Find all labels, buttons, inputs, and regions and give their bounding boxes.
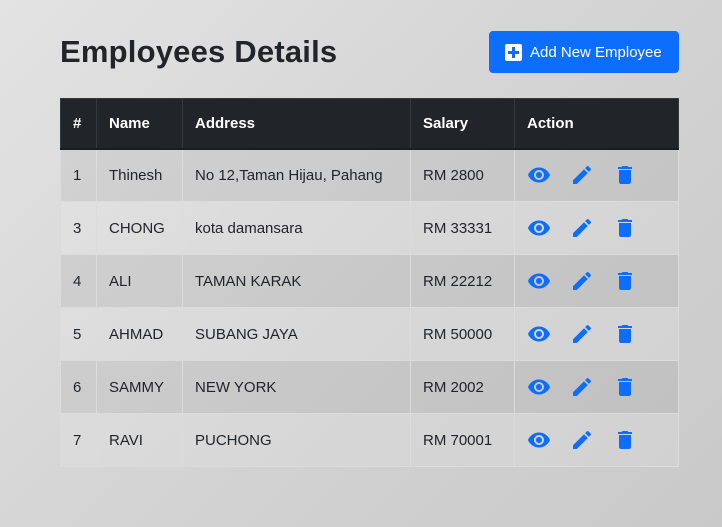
cell-address: PUCHONG: [182, 413, 411, 467]
table-row: 7 RAVI PUCHONG RM 70001: [60, 413, 679, 467]
add-employee-button-label: Add New Employee: [530, 43, 662, 61]
eye-icon[interactable]: [527, 322, 551, 346]
cell-salary: RM 70001: [410, 413, 515, 467]
cell-name: RAVI: [96, 413, 183, 467]
cell-id: 6: [60, 360, 97, 414]
column-header-id: #: [60, 98, 97, 150]
cell-id: 1: [60, 148, 97, 202]
row-actions: [527, 163, 666, 187]
cell-name: ALI: [96, 254, 183, 308]
column-header-name: Name: [96, 98, 183, 150]
eye-icon[interactable]: [527, 428, 551, 452]
table-row: 6 SAMMY NEW YORK RM 2002: [60, 360, 679, 414]
trash-icon[interactable]: [613, 269, 637, 293]
cell-salary: RM 33331: [410, 201, 515, 255]
page-title: Employees Details: [60, 34, 338, 69]
table-row: 1 Thinesh No 12,Taman Hijau, Pahang RM 2…: [60, 148, 679, 202]
eye-icon[interactable]: [527, 216, 551, 240]
cell-id: 7: [60, 413, 97, 467]
column-header-action: Action: [514, 98, 679, 150]
cell-salary: RM 22212: [410, 254, 515, 308]
add-employee-button[interactable]: Add New Employee: [489, 31, 679, 73]
trash-icon[interactable]: [613, 428, 637, 452]
cell-address: No 12,Taman Hijau, Pahang: [182, 148, 411, 202]
table-row: 4 ALI TAMAN KARAK RM 22212: [60, 254, 679, 308]
cell-name: SAMMY: [96, 360, 183, 414]
row-actions: [527, 428, 666, 452]
pencil-icon[interactable]: [570, 375, 594, 399]
page-header: Employees Details Add New Employee: [60, 30, 679, 74]
cell-salary: RM 2002: [410, 360, 515, 414]
cell-id: 5: [60, 307, 97, 361]
cell-id: 3: [60, 201, 97, 255]
cell-salary: RM 2800: [410, 148, 515, 202]
trash-icon[interactable]: [613, 375, 637, 399]
cell-address: SUBANG JAYA: [182, 307, 411, 361]
trash-icon[interactable]: [613, 322, 637, 346]
cell-address: kota damansara: [182, 201, 411, 255]
cell-action: [514, 360, 679, 414]
page-container: Employees Details Add New Employee # Nam…: [60, 30, 679, 467]
row-actions: [527, 216, 666, 240]
employees-table: # Name Address Salary Action 1 Thinesh N…: [60, 98, 679, 467]
cell-action: [514, 413, 679, 467]
cell-action: [514, 307, 679, 361]
cell-name: Thinesh: [96, 148, 183, 202]
table-row: 5 AHMAD SUBANG JAYA RM 50000: [60, 307, 679, 361]
column-header-address: Address: [182, 98, 411, 150]
cell-action: [514, 148, 679, 202]
column-header-salary: Salary: [410, 98, 515, 150]
cell-action: [514, 254, 679, 308]
pencil-icon[interactable]: [570, 163, 594, 187]
table-header-row: # Name Address Salary Action: [60, 98, 679, 150]
pencil-icon[interactable]: [570, 269, 594, 293]
eye-icon[interactable]: [527, 163, 551, 187]
cell-name: AHMAD: [96, 307, 183, 361]
row-actions: [527, 269, 666, 293]
plus-square-icon: [505, 43, 522, 61]
table-row: 3 CHONG kota damansara RM 33331: [60, 201, 679, 255]
pencil-icon[interactable]: [570, 428, 594, 452]
eye-icon[interactable]: [527, 269, 551, 293]
cell-name: CHONG: [96, 201, 183, 255]
cell-address: TAMAN KARAK: [182, 254, 411, 308]
table-header: # Name Address Salary Action: [60, 98, 679, 150]
trash-icon[interactable]: [613, 163, 637, 187]
pencil-icon[interactable]: [570, 216, 594, 240]
cell-action: [514, 201, 679, 255]
trash-icon[interactable]: [613, 216, 637, 240]
row-actions: [527, 322, 666, 346]
table-body: 1 Thinesh No 12,Taman Hijau, Pahang RM 2…: [60, 148, 679, 467]
eye-icon[interactable]: [527, 375, 551, 399]
cell-address: NEW YORK: [182, 360, 411, 414]
pencil-icon[interactable]: [570, 322, 594, 346]
cell-id: 4: [60, 254, 97, 308]
row-actions: [527, 375, 666, 399]
cell-salary: RM 50000: [410, 307, 515, 361]
